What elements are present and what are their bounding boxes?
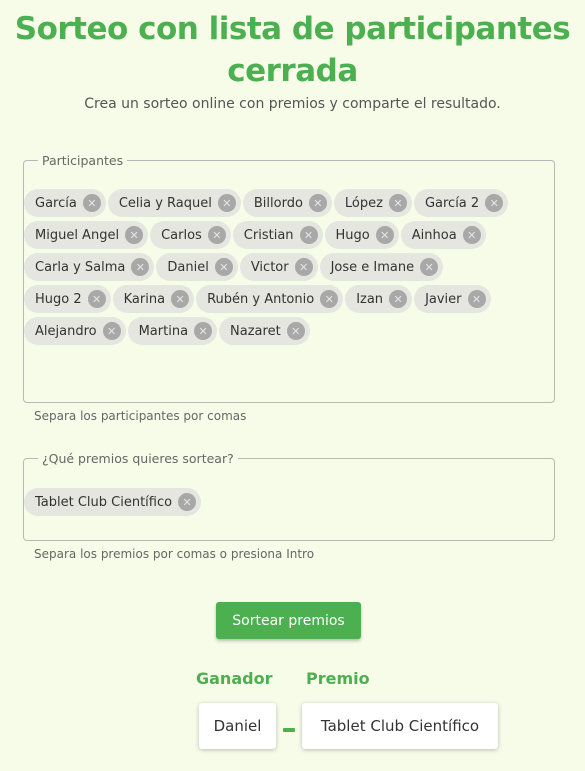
participant-chip: García ✕: [24, 189, 106, 217]
participants-helper: Separa los participantes por comas: [34, 409, 247, 423]
page-title-line-1: Sorteo con lista de participantes: [14, 11, 571, 47]
participant-chip-label: Carla y Salma: [35, 259, 126, 275]
participant-chip: Daniel ✕: [156, 253, 238, 281]
participant-chip-label: Celia y Raquel: [118, 195, 212, 211]
participant-chip: Victor ✕: [239, 253, 318, 281]
participant-chip-label: García: [35, 195, 77, 211]
participant-chip-label: López: [344, 195, 383, 211]
close-circle-icon[interactable]: ✕: [131, 258, 150, 276]
participant-chip-label: Karina: [123, 291, 166, 307]
close-circle-icon[interactable]: ✕: [299, 226, 318, 244]
participant-chip-label: Nazaret: [230, 323, 281, 339]
participant-chip-label: Rubén y Antonio: [207, 291, 315, 307]
close-circle-icon[interactable]: ✕: [194, 322, 213, 340]
participant-chip: Cristian ✕: [232, 221, 323, 249]
participant-chip: Izan ✕: [345, 285, 413, 313]
prize-chip-label: Tablet Club Científico: [35, 494, 173, 510]
participant-chip: Carla y Salma ✕: [24, 253, 155, 281]
participant-chip-label: Javier: [425, 291, 462, 307]
participant-chip: Martina ✕: [127, 317, 218, 345]
participant-chip-label: Billordo: [253, 195, 303, 211]
prizes-chip-list: Tablet Club Científico ✕: [24, 488, 524, 516]
participant-chip: Nazaret ✕: [219, 317, 310, 345]
participant-chip: Javier ✕: [414, 285, 491, 313]
participant-chip: Hugo ✕: [324, 221, 399, 249]
close-circle-icon[interactable]: ✕: [207, 226, 226, 244]
participants-chip-list: García ✕ Celia y Raquel ✕ Billordo ✕ López ✕ Gar…: [24, 189, 524, 345]
participant-chip: García 2 ✕: [413, 189, 509, 217]
close-circle-icon[interactable]: ✕: [125, 226, 144, 244]
participants-legend: Participantes: [42, 153, 124, 168]
page-subtitle: Crea un sorteo online con premios y comp…: [84, 96, 501, 112]
winner-card: Daniel: [199, 703, 276, 749]
participant-chip-label: Ainhoa: [411, 227, 457, 243]
close-circle-icon[interactable]: ✕: [308, 194, 327, 212]
participant-chip: Hugo 2 ✕: [24, 285, 111, 313]
participant-chip: Miguel Angel ✕: [24, 221, 149, 249]
prizes-legend: ¿Qué premios quieres sortear?: [42, 451, 234, 466]
participant-chip: Ainhoa ✕: [400, 221, 486, 249]
participant-chip: Jose e Imane ✕: [319, 253, 444, 281]
close-circle-icon[interactable]: ✕: [214, 258, 233, 276]
winner-column-header: Ganador: [196, 669, 273, 688]
participant-chip: López ✕: [333, 189, 412, 217]
close-circle-icon[interactable]: ✕: [320, 290, 339, 308]
prize-column-header: Premio: [306, 669, 370, 688]
prize-card: Tablet Club Científico: [302, 703, 498, 749]
close-circle-icon[interactable]: ✕: [171, 290, 190, 308]
participant-chip-label: Victor: [250, 259, 289, 275]
page-title: Sorteo con lista de participantes cerrad…: [0, 8, 585, 92]
prizes-helper: Separa los premios por comas o presiona …: [34, 547, 315, 561]
close-circle-icon[interactable]: ✕: [388, 194, 407, 212]
participant-chip: Carlos ✕: [150, 221, 231, 249]
participant-chip-label: Hugo 2: [35, 291, 82, 307]
result-separator: [283, 728, 295, 732]
participant-chip: Karina ✕: [112, 285, 195, 313]
participant-chip: Billordo ✕: [242, 189, 332, 217]
page-title-line-2: cerrada: [227, 53, 358, 89]
participant-chip-label: Izan: [356, 291, 384, 307]
participant-chip: Alejandro ✕: [24, 317, 126, 345]
participant-chip-label: Alejandro: [35, 323, 97, 339]
close-circle-icon[interactable]: ✕: [178, 493, 197, 511]
close-circle-icon[interactable]: ✕: [375, 226, 394, 244]
close-circle-icon[interactable]: ✕: [87, 290, 106, 308]
participant-chip: Rubén y Antonio ✕: [196, 285, 344, 313]
close-circle-icon[interactable]: ✕: [485, 194, 504, 212]
participant-chip-label: Martina: [138, 323, 189, 339]
close-circle-icon[interactable]: ✕: [462, 226, 481, 244]
close-circle-icon[interactable]: ✕: [294, 258, 313, 276]
participant-chip-label: Jose e Imane: [330, 259, 415, 275]
close-circle-icon[interactable]: ✕: [217, 194, 236, 212]
draw-prizes-button[interactable]: Sortear premios: [216, 602, 361, 639]
prize-chip: Tablet Club Científico ✕: [24, 488, 202, 516]
participant-chip-label: Cristian: [243, 227, 294, 243]
participant-chip-label: Hugo: [335, 227, 370, 243]
close-circle-icon[interactable]: ✕: [102, 322, 121, 340]
close-circle-icon[interactable]: ✕: [286, 322, 305, 340]
participant-chip-label: Miguel Angel: [35, 227, 120, 243]
participant-chip-label: Carlos: [161, 227, 202, 243]
close-circle-icon[interactable]: ✕: [467, 290, 486, 308]
close-circle-icon[interactable]: ✕: [82, 194, 101, 212]
participant-chip-label: García 2: [424, 195, 480, 211]
close-circle-icon[interactable]: ✕: [389, 290, 408, 308]
close-circle-icon[interactable]: ✕: [420, 258, 439, 276]
participant-chip: Celia y Raquel ✕: [107, 189, 241, 217]
participant-chip-label: Daniel: [167, 259, 209, 275]
